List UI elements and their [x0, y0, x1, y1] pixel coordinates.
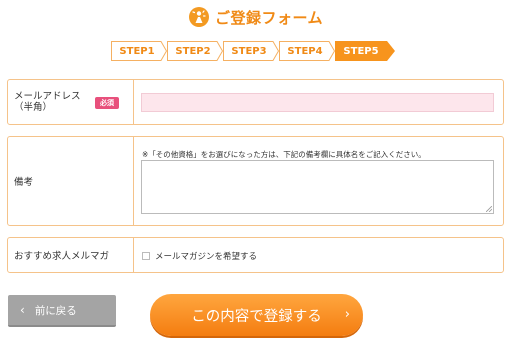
- email-field[interactable]: [141, 93, 494, 112]
- row-divider: [133, 80, 134, 124]
- email-row: メールアドレス （半角） 必須: [7, 79, 504, 125]
- person-sparkle-icon: [188, 7, 209, 27]
- row-divider: [133, 137, 134, 225]
- remarks-textarea[interactable]: [141, 160, 494, 214]
- step-item: STEP3: [223, 41, 279, 61]
- remarks-note: ※「その他資格」をお選びになった方は、下記の備考欄に具体名をご記入ください。: [142, 150, 426, 159]
- form-header: ご登録フォーム: [0, 5, 512, 29]
- step-item: STEP4: [279, 41, 335, 61]
- submit-button[interactable]: この内容で登録する ›: [150, 294, 363, 336]
- page-title: ご登録フォーム: [214, 8, 324, 27]
- required-badge: 必須: [95, 97, 119, 109]
- remarks-label: 備考: [14, 177, 34, 188]
- mailmag-checkbox[interactable]: [142, 252, 150, 260]
- chevron-right-icon: ›: [344, 307, 350, 322]
- mailmag-checkbox-label[interactable]: メールマガジンを希望する: [155, 250, 257, 262]
- step-item: STEP2: [167, 41, 223, 61]
- remarks-row: 備考 ※「その他資格」をお選びになった方は、下記の備考欄に具体名をご記入ください…: [7, 136, 504, 226]
- mailmag-label: おすすめ求人メルマガ: [14, 251, 110, 262]
- step-item: STEP1: [111, 41, 167, 61]
- step-item-active: STEP5: [335, 41, 395, 61]
- back-button[interactable]: ‹ 前に戻る: [8, 295, 116, 327]
- submit-button-label: この内容で登録する: [191, 308, 322, 325]
- mailmag-row: おすすめ求人メルマガ メールマガジンを希望する: [7, 237, 504, 273]
- row-divider: [133, 238, 134, 272]
- step-progress: STEP1 STEP2 STEP3 STEP4 STEP5: [111, 41, 395, 61]
- resize-handle-icon[interactable]: [486, 206, 492, 212]
- back-button-label: 前に戻る: [34, 304, 77, 317]
- chevron-left-icon: ‹: [20, 303, 25, 317]
